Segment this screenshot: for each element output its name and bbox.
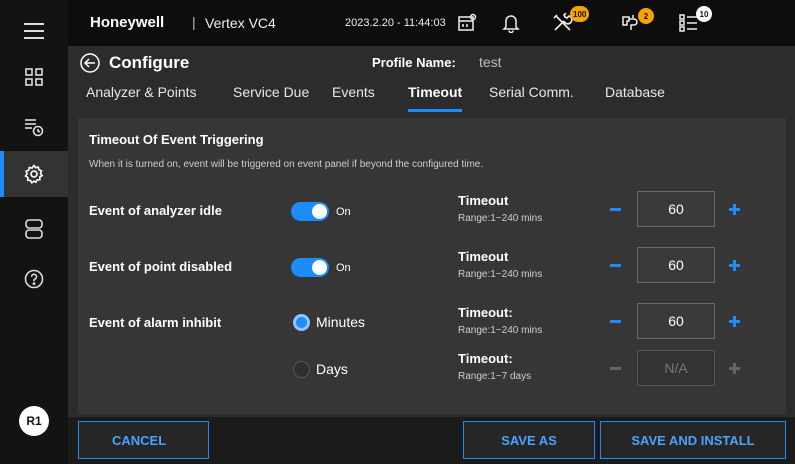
timeout-settings-panel: Timeout Of Event Triggering When it is t… (78, 118, 786, 414)
brand-separator: | (192, 14, 196, 30)
analyzer-idle-toggle-state: On (336, 206, 351, 218)
analyzer-idle-increment-button[interactable] (723, 198, 745, 220)
alarm-inhibit-label: Event of alarm inhibit (89, 315, 222, 330)
event-history-icon[interactable] (0, 104, 68, 150)
point-disabled-increment-button[interactable] (723, 254, 745, 276)
point-disabled-label: Event of point disabled (89, 259, 233, 274)
task-list-badge: 10 (696, 6, 712, 22)
analyzer-idle-toggle[interactable] (291, 202, 329, 221)
save-and-install-button[interactable]: SAVE AND INSTALL (600, 421, 786, 459)
brand-logo: Honeywell (90, 14, 165, 31)
point-disabled-toggle-state: On (336, 262, 351, 274)
point-disabled-range: Range:1~240 mins (458, 269, 543, 280)
help-icon[interactable] (0, 256, 68, 302)
save-as-button[interactable]: SAVE AS (463, 421, 595, 459)
alarm-inhibit-days-range: Range:1~7 days (458, 371, 532, 382)
product-name: Vertex VC4 (205, 15, 276, 31)
alarm-inhibit-minutes-increment-button[interactable] (723, 310, 745, 332)
minutes-radio-label: Minutes (316, 314, 366, 330)
tools-badge: 100 (570, 6, 590, 22)
calendar-settings-icon[interactable] (454, 11, 480, 35)
profile-name-label: Profile Name: (372, 55, 456, 70)
tab-database[interactable]: Database (605, 84, 665, 110)
minutes-radio[interactable] (293, 314, 310, 331)
tab-events[interactable]: Events (332, 84, 375, 110)
days-radio-label: Days (316, 361, 348, 377)
section-title: Timeout Of Event Triggering (89, 132, 264, 147)
tab-timeout[interactable]: Timeout (408, 84, 463, 112)
analyzer-idle-timeout-input[interactable]: 60 (637, 191, 715, 227)
date-time: 2023.2.20 - 11:44:03 (345, 17, 446, 29)
alarm-inhibit-days-timeout-label: Timeout: (458, 351, 513, 366)
top-bar: Honeywell | Vertex VC4 2023.2.20 - 11:44… (68, 0, 795, 46)
section-description: When it is turned on, event will be trig… (89, 159, 484, 170)
point-disabled-timeout-label: Timeout (458, 249, 509, 264)
point-disabled-toggle[interactable] (291, 258, 329, 277)
cancel-button[interactable]: CANCEL (78, 421, 209, 459)
profile-name-value: test (479, 54, 502, 70)
analyzer-idle-timeout-label: Timeout (458, 193, 509, 208)
user-avatar[interactable]: R1 (19, 406, 49, 436)
analyzer-idle-decrement-button[interactable] (604, 198, 626, 220)
alarm-inhibit-minutes-decrement-button[interactable] (604, 310, 626, 332)
back-arrow-icon[interactable] (80, 53, 100, 73)
page-title: Configure (109, 53, 190, 72)
tab-analyzer-points[interactable]: Analyzer & Points (86, 84, 197, 110)
alarm-inhibit-days-input[interactable]: N/A (637, 350, 715, 386)
notification-bell-icon[interactable] (498, 11, 524, 35)
settings-icon[interactable] (0, 151, 68, 197)
sidebar: R1 (0, 0, 68, 464)
device-icon[interactable] (0, 206, 68, 252)
days-radio[interactable] (293, 361, 310, 378)
tab-serial-comm[interactable]: Serial Comm. (489, 84, 574, 110)
maintenance-badge: 2 (638, 8, 654, 24)
action-bar: CANCEL SAVE AS SAVE AND INSTALL (68, 417, 795, 464)
analyzer-idle-label: Event of analyzer idle (89, 203, 222, 218)
alarm-inhibit-minutes-input[interactable]: 60 (637, 303, 715, 339)
dashboard-icon[interactable] (0, 54, 68, 100)
point-disabled-decrement-button[interactable] (604, 254, 626, 276)
alarm-inhibit-minutes-timeout-label: Timeout: (458, 305, 513, 320)
point-disabled-timeout-input[interactable]: 60 (637, 247, 715, 283)
alarm-inhibit-minutes-range: Range:1~240 mins (458, 325, 543, 336)
alarm-inhibit-days-increment-button[interactable] (723, 357, 745, 379)
alarm-inhibit-days-decrement-button[interactable] (604, 357, 626, 379)
configure-page: Configure Profile Name: test Analyzer & … (68, 46, 795, 417)
tab-service-due[interactable]: Service Due (233, 84, 309, 110)
menu-icon[interactable] (0, 8, 68, 54)
analyzer-idle-range: Range:1~240 mins (458, 213, 543, 224)
